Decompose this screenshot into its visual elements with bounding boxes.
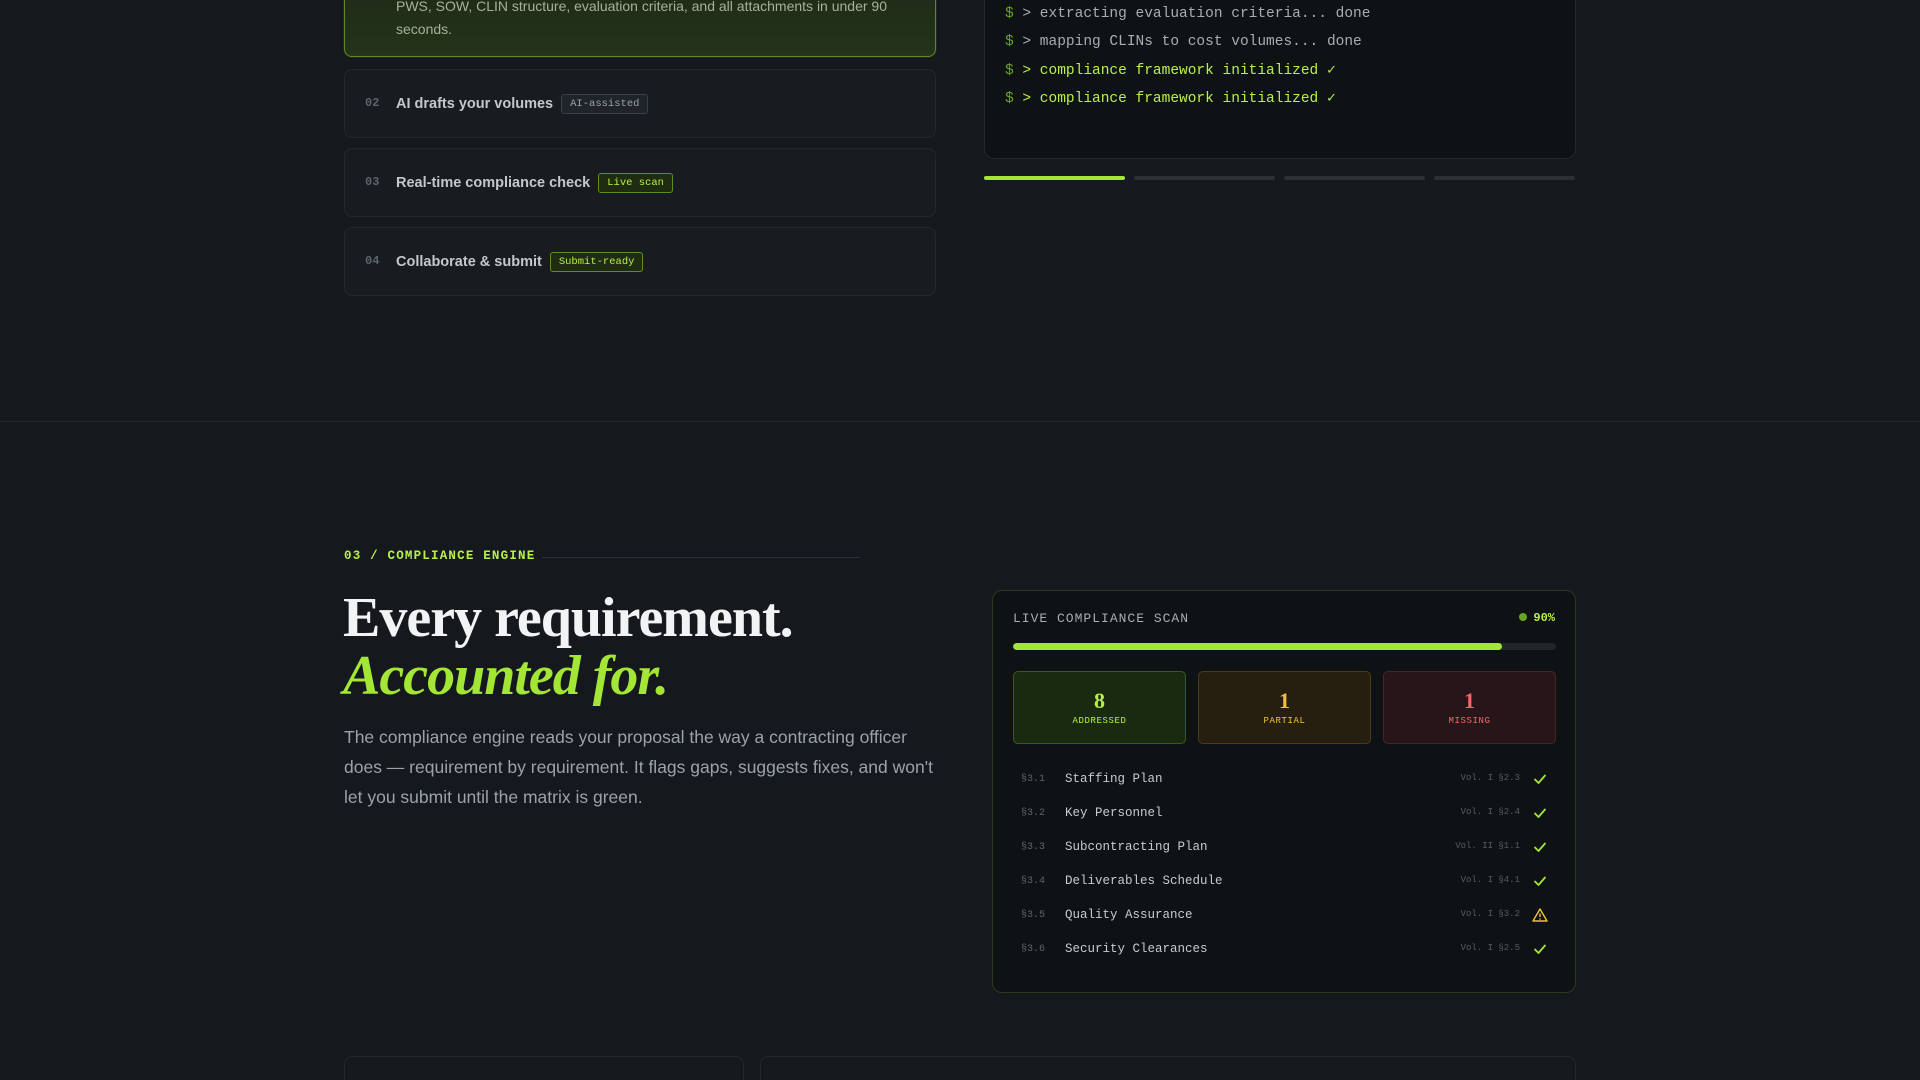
scan-progress-fill [1013, 643, 1502, 650]
terminal-line-text: > compliance framework initialized ✓ [1022, 91, 1336, 107]
section-heading-accent: Accounted for. [343, 645, 669, 707]
carousel-progress-segment-1[interactable] [984, 176, 1125, 180]
section-lead: The compliance engine reads your proposa… [344, 727, 933, 807]
section-heading: Every requirement. [343, 587, 794, 649]
prompt-symbol: $ [1005, 63, 1014, 79]
terminal-line: $ > extracting evaluation criteria... do… [1005, 6, 1370, 22]
scan-title: LIVE COMPLIANCE SCAN [1013, 611, 1190, 626]
next-section-card-left [344, 1056, 744, 1080]
step-badge: Submit-ready [549, 251, 644, 272]
requirement-reference: Vol. I §4.1 [1460, 875, 1520, 885]
step-title: Real-time compliance check [396, 174, 591, 191]
requirement-row[interactable]: §3.4 Deliverables Schedule Vol. I §4.1 [1013, 866, 1556, 900]
carousel-progress-segment-2[interactable] [1134, 176, 1275, 180]
check-icon [1532, 839, 1548, 855]
carousel-progress-segment-3[interactable] [1284, 176, 1425, 180]
step-badge: Live scan [598, 172, 673, 193]
requirement-id: §3.4 [1021, 876, 1046, 887]
requirement-id: §3.1 [1021, 774, 1046, 785]
prompt-symbol: $ [1005, 6, 1014, 22]
step-active-description: PWS, SOW, CLIN structure, evaluation cri… [396, 0, 887, 37]
step-card-compliance-check[interactable]: 03 Real-time compliance check Live scan [344, 148, 936, 217]
step-card-collaborate[interactable]: 04 Collaborate & submit Submit-ready [344, 227, 936, 296]
terminal-line-text: > mapping CLINs to cost volumes... done [1022, 34, 1362, 50]
requirement-id: §3.3 [1021, 842, 1046, 853]
compliance-scan-card: LIVE COMPLIANCE SCAN 90% 8 ADDRESSED 1 P… [992, 590, 1576, 993]
check-icon [1532, 771, 1548, 787]
requirement-list: §3.1 Staffing Plan Vol. I §2.3 §3.2 Key Pers… [1013, 764, 1556, 968]
stat-value: 1 [1464, 688, 1475, 713]
requirement-name: Subcontracting Plan [1065, 840, 1208, 854]
step-number: 04 [365, 253, 380, 268]
step-number: 03 [365, 174, 380, 189]
step-card-active[interactable]: PWS, SOW, CLIN structure, evaluation cri… [344, 0, 936, 57]
requirement-id: §3.5 [1021, 910, 1046, 921]
stat-partial: 1 PARTIAL [1198, 671, 1371, 744]
prompt-symbol: $ [1005, 91, 1014, 107]
terminal-line-text: > extracting evaluation criteria... done [1022, 6, 1371, 22]
check-icon [1532, 805, 1548, 821]
requirement-reference: Vol. I §2.5 [1460, 943, 1520, 953]
warning-icon [1532, 907, 1548, 923]
step-card-ai-drafts[interactable]: 02 AI drafts your volumes AI-assisted [344, 69, 936, 138]
requirement-row[interactable]: §3.1 Staffing Plan Vol. I §2.3 [1013, 764, 1556, 798]
requirement-row[interactable]: §3.6 Security Clearances Vol. I §2.5 [1013, 934, 1556, 968]
carousel-progress-segment-4[interactable] [1434, 176, 1575, 180]
requirement-reference: Vol. I §2.3 [1460, 773, 1520, 783]
requirement-name: Staffing Plan [1065, 772, 1163, 786]
prompt-symbol: $ [1005, 34, 1014, 50]
step-title: AI drafts your volumes [396, 95, 554, 112]
requirement-reference: Vol. II §1.1 [1455, 841, 1520, 851]
next-section-card-right [760, 1056, 1576, 1080]
eyebrow-divider [542, 557, 860, 558]
how-it-works-section: PWS, SOW, CLIN structure, evaluation cri… [0, 0, 1920, 422]
section-eyebrow: 03 / COMPLIANCE ENGINE [344, 549, 536, 563]
requirement-reference: Vol. I §2.4 [1460, 807, 1520, 817]
stat-label: PARTIAL [1263, 716, 1306, 726]
requirement-reference: Vol. I §3.2 [1460, 909, 1520, 919]
scan-percent-value: 90% [1533, 611, 1555, 625]
requirement-name: Key Personnel [1065, 806, 1163, 820]
scan-percent: 90% [1519, 611, 1555, 625]
stat-label: MISSING [1448, 716, 1491, 726]
stat-label: ADDRESSED [1072, 716, 1127, 726]
check-icon [1532, 941, 1548, 957]
terminal-line: $ > mapping CLINs to cost volumes... don… [1005, 34, 1362, 50]
requirement-name: Deliverables Schedule [1065, 874, 1223, 888]
terminal-line: $ > compliance framework initialized ✓ [1005, 62, 1336, 79]
stat-addressed: 8 ADDRESSED [1013, 671, 1186, 744]
stat-missing: 1 MISSING [1383, 671, 1556, 744]
terminal-line: $ > compliance framework initialized ✓ [1005, 90, 1336, 107]
terminal-window: $ > extracting evaluation criteria... do… [984, 0, 1576, 159]
step-badge: AI-assisted [561, 93, 649, 114]
step-title: Collaborate & submit [396, 253, 542, 270]
scan-progress-bar [1013, 643, 1556, 650]
requirement-name: Quality Assurance [1065, 908, 1193, 922]
stat-value: 1 [1279, 688, 1290, 713]
step-number: 02 [365, 95, 380, 110]
requirement-id: §3.6 [1021, 944, 1046, 955]
requirement-name: Security Clearances [1065, 942, 1208, 956]
requirement-id: §3.2 [1021, 808, 1046, 819]
check-icon [1532, 873, 1548, 889]
requirement-row[interactable]: §3.3 Subcontracting Plan Vol. II §1.1 [1013, 832, 1556, 866]
live-dot-icon [1519, 613, 1528, 621]
requirement-row[interactable]: §3.5 Quality Assurance Vol. I §3.2 [1013, 900, 1556, 934]
terminal-line-text: > compliance framework initialized ✓ [1022, 63, 1336, 79]
requirement-row[interactable]: §3.2 Key Personnel Vol. I §2.4 [1013, 798, 1556, 832]
stat-value: 8 [1094, 688, 1105, 713]
